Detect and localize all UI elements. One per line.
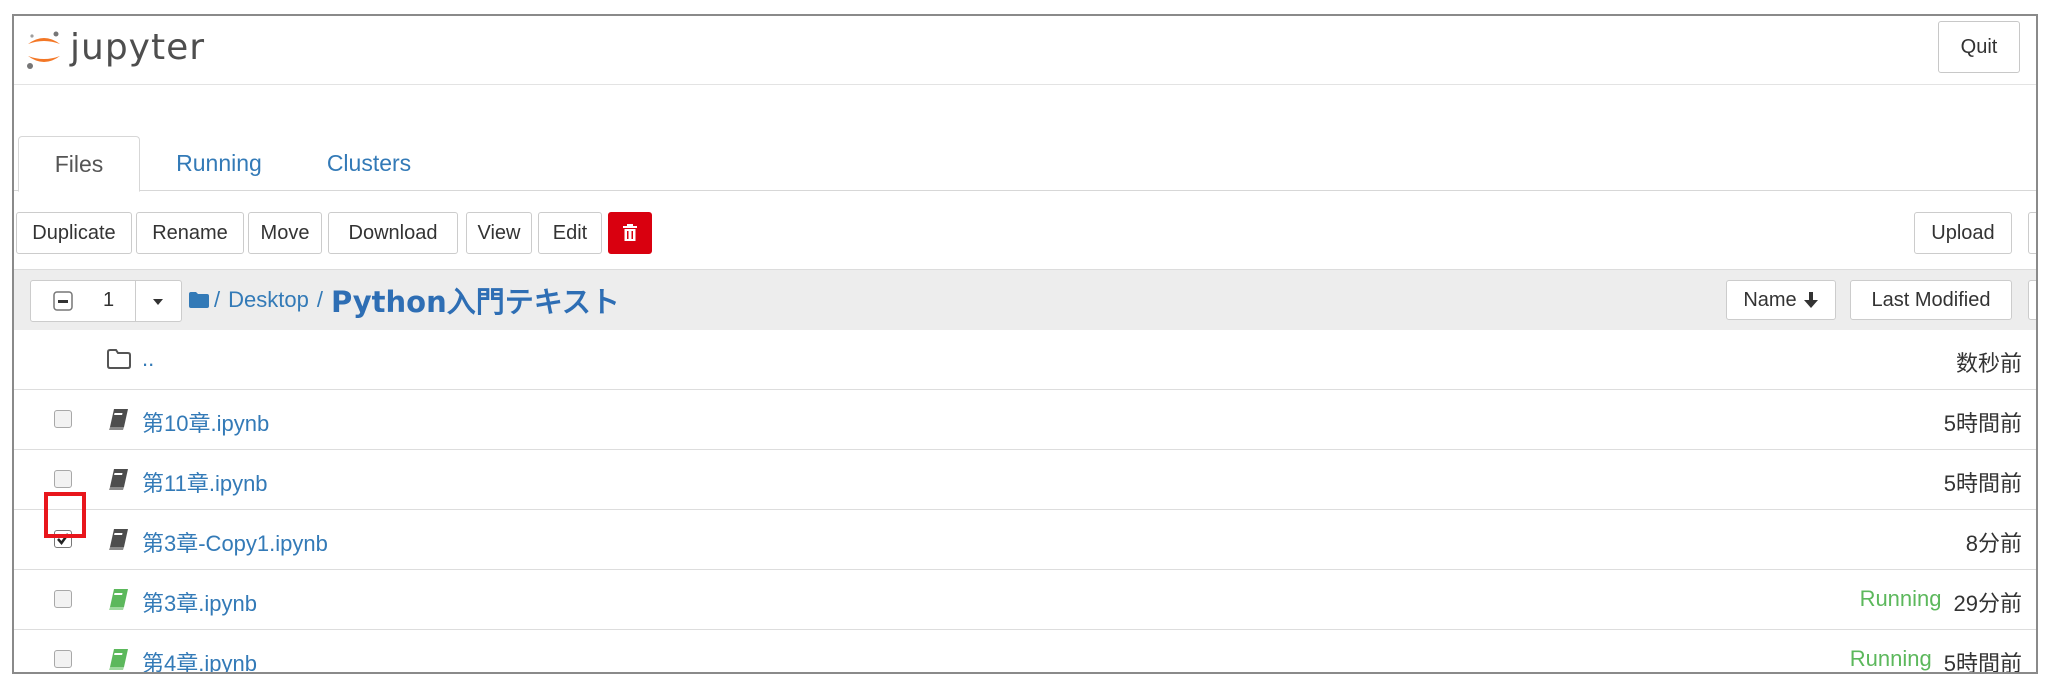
view-button[interactable]: View bbox=[466, 212, 532, 254]
file-meta: 5時間前 bbox=[1932, 466, 2022, 498]
last-modified: 8分前 bbox=[1965, 531, 2022, 556]
file-name-link[interactable]: 第3章-Copy1.ipynb bbox=[142, 526, 328, 558]
file-meta: 数秒前 bbox=[1944, 346, 2022, 378]
move-button[interactable]: Move bbox=[248, 212, 322, 254]
quit-button[interactable]: Quit bbox=[1938, 21, 2020, 73]
notebook-icon bbox=[109, 469, 128, 490]
last-modified: 5時間前 bbox=[1943, 651, 2022, 674]
jupyter-logo[interactable]: jupyter bbox=[24, 22, 205, 78]
running-status: Running bbox=[1849, 646, 1932, 671]
file-meta: Running 29分前 bbox=[1860, 586, 2022, 618]
tab-files[interactable]: Files bbox=[18, 136, 140, 192]
file-size-header-partial[interactable] bbox=[2028, 280, 2036, 320]
new-button-partial[interactable] bbox=[2028, 212, 2036, 254]
logo-text: jupyter bbox=[70, 26, 206, 68]
file-name-link[interactable]: .. bbox=[142, 346, 154, 372]
file-name-link[interactable]: 第3章.ipynb bbox=[142, 586, 257, 618]
edit-button[interactable]: Edit bbox=[538, 212, 602, 254]
duplicate-button[interactable]: Duplicate bbox=[16, 212, 132, 254]
upload-button[interactable]: Upload bbox=[1914, 212, 2012, 254]
header: jupyter Quit bbox=[14, 16, 2036, 85]
selected-count: 1 bbox=[103, 289, 115, 311]
breadcrumb-current-folder[interactable]: Python入門テキスト bbox=[331, 279, 620, 321]
caret-down-icon[interactable] bbox=[151, 297, 165, 307]
file-name-link[interactable]: 第11章.ipynb bbox=[142, 466, 268, 498]
list-item-notebook[interactable]: 第11章.ipynb 5時間前 bbox=[14, 450, 2036, 510]
breadcrumb-separator: / bbox=[214, 287, 221, 312]
breadcrumb: / Desktop / Python入門テキスト bbox=[188, 280, 620, 320]
row-checkbox[interactable] bbox=[54, 590, 72, 608]
notebook-running-icon bbox=[109, 649, 128, 670]
file-meta: 5時間前 bbox=[1932, 406, 2022, 438]
rename-button[interactable]: Rename bbox=[136, 212, 244, 254]
selection-highlight-box bbox=[44, 492, 86, 538]
jupyter-window: jupyter Quit Files Running Clusters Dupl… bbox=[12, 14, 2038, 674]
file-list-header: 1 / Desktop / Python入門テキスト Name Last Mod… bbox=[14, 269, 2036, 331]
notebook-running-icon bbox=[109, 589, 128, 610]
file-name-link[interactable]: 第10章.ipynb bbox=[142, 406, 269, 438]
list-item-notebook[interactable]: 第10章.ipynb 5時間前 bbox=[14, 390, 2036, 450]
row-checkbox[interactable] bbox=[54, 410, 72, 428]
last-modified: 29分前 bbox=[1953, 591, 2022, 616]
sort-by-name-button[interactable]: Name bbox=[1726, 280, 1836, 320]
list-item-parent-folder[interactable]: .. 数秒前 bbox=[14, 330, 2036, 390]
tab-clusters[interactable]: Clusters bbox=[304, 136, 434, 190]
download-button[interactable]: Download bbox=[328, 212, 458, 254]
sort-by-last-modified-button[interactable]: Last Modified bbox=[1850, 280, 2012, 320]
last-modified: 5時間前 bbox=[1943, 471, 2022, 496]
jupyter-logo-icon bbox=[27, 31, 60, 69]
divider bbox=[135, 281, 136, 321]
file-toolbar: Duplicate Rename Move Download View Edit… bbox=[14, 198, 2036, 258]
file-name-link[interactable]: 第4章.ipynb bbox=[142, 646, 257, 672]
breadcrumb-separator: / bbox=[316, 287, 323, 312]
list-item-notebook-selected[interactable]: 第3章-Copy1.ipynb 8分前 bbox=[14, 510, 2036, 570]
list-item-notebook-running[interactable]: 第4章.ipynb Running 5時間前 bbox=[14, 630, 2036, 674]
select-all-control[interactable]: 1 bbox=[30, 280, 182, 322]
file-meta: 8分前 bbox=[1954, 526, 2022, 558]
file-meta: Running 5時間前 bbox=[1849, 646, 2022, 674]
partial-select-checkbox-icon[interactable] bbox=[53, 291, 73, 311]
notebook-icon bbox=[109, 529, 128, 550]
running-status: Running bbox=[1859, 586, 1942, 611]
tab-bar: Files Running Clusters bbox=[14, 120, 2036, 192]
list-item-notebook-running[interactable]: 第3章.ipynb Running 29分前 bbox=[14, 570, 2036, 630]
folder-icon[interactable] bbox=[188, 291, 210, 309]
trash-icon bbox=[623, 224, 637, 241]
delete-button[interactable] bbox=[608, 212, 652, 254]
last-modified: 5時間前 bbox=[1943, 411, 2022, 436]
arrow-down-icon bbox=[1803, 292, 1818, 308]
notebook-icon bbox=[109, 409, 128, 430]
row-checkbox[interactable] bbox=[54, 470, 72, 488]
last-modified: 数秒前 bbox=[1955, 351, 2022, 376]
row-checkbox[interactable] bbox=[54, 650, 72, 668]
sort-name-label: Name bbox=[1743, 288, 1797, 311]
tab-running[interactable]: Running bbox=[154, 136, 284, 190]
breadcrumb-desktop[interactable]: Desktop bbox=[228, 287, 309, 313]
folder-outline-icon bbox=[107, 349, 131, 369]
